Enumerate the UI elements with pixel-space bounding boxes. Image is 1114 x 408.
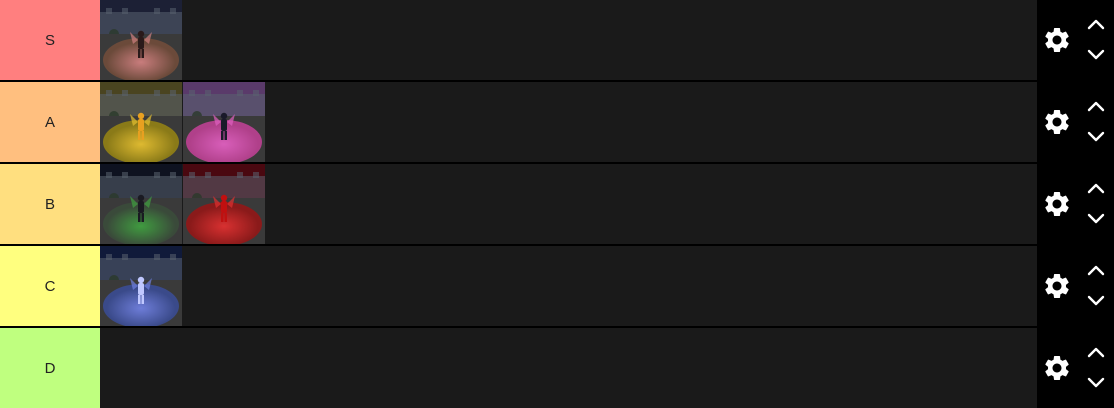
row-controls [1037, 82, 1114, 162]
chevron-up-icon[interactable] [1087, 263, 1105, 277]
tier-items[interactable] [100, 0, 1037, 80]
character-image [183, 82, 265, 162]
tier-item[interactable] [183, 82, 265, 162]
tier-items[interactable] [100, 328, 1037, 408]
tier-row-a: A [0, 82, 1114, 162]
chevron-up-icon[interactable] [1087, 181, 1105, 195]
tier-item[interactable] [100, 164, 182, 244]
character-image [100, 164, 182, 244]
chevron-up-icon[interactable] [1087, 345, 1105, 359]
character-image [100, 82, 182, 162]
tier-row-b: B [0, 164, 1114, 244]
tier-item[interactable] [100, 82, 182, 162]
tier-label[interactable]: S [0, 0, 100, 80]
tier-row-c: C [0, 246, 1114, 326]
tier-items[interactable] [100, 82, 1037, 162]
row-controls [1037, 328, 1114, 408]
chevron-up-icon[interactable] [1087, 99, 1105, 113]
tier-label[interactable]: A [0, 82, 100, 162]
chevron-down-icon[interactable] [1087, 212, 1105, 226]
gear-icon[interactable] [1042, 189, 1072, 219]
tier-label[interactable]: C [0, 246, 100, 326]
row-controls [1037, 0, 1114, 80]
tier-item[interactable] [183, 164, 265, 244]
character-image [100, 246, 182, 326]
character-image [100, 0, 182, 80]
tier-item[interactable] [100, 0, 182, 80]
chevron-down-icon[interactable] [1087, 48, 1105, 62]
row-controls [1037, 164, 1114, 244]
chevron-down-icon[interactable] [1087, 376, 1105, 390]
character-image [183, 164, 265, 244]
gear-icon[interactable] [1042, 25, 1072, 55]
gear-icon[interactable] [1042, 107, 1072, 137]
tier-row-d: D [0, 328, 1114, 408]
tier-item[interactable] [100, 246, 182, 326]
tier-items[interactable] [100, 164, 1037, 244]
chevron-down-icon[interactable] [1087, 294, 1105, 308]
chevron-up-icon[interactable] [1087, 17, 1105, 31]
tier-label[interactable]: B [0, 164, 100, 244]
tier-label[interactable]: D [0, 328, 100, 408]
row-controls [1037, 246, 1114, 326]
tier-list: S A B C D [0, 0, 1114, 408]
chevron-down-icon[interactable] [1087, 130, 1105, 144]
gear-icon[interactable] [1042, 271, 1072, 301]
gear-icon[interactable] [1042, 353, 1072, 383]
tier-row-s: S [0, 0, 1114, 80]
tier-items[interactable] [100, 246, 1037, 326]
